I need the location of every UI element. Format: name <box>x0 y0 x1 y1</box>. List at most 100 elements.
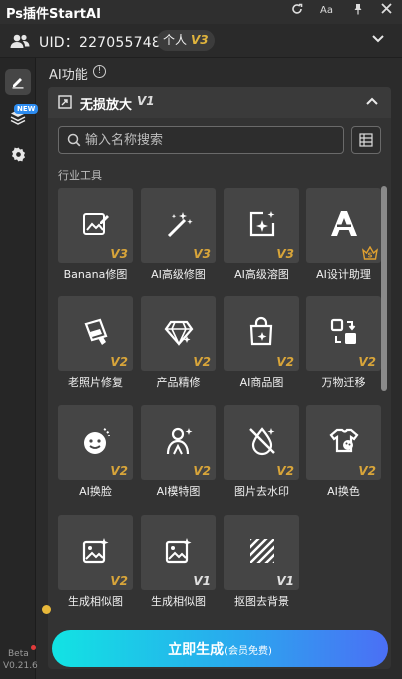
similar-image-icon <box>82 538 109 564</box>
tool-tile: V2 <box>58 405 133 480</box>
gear-icon <box>11 146 25 162</box>
status-dot <box>42 605 51 614</box>
plan-name: 个人 <box>163 33 188 47</box>
tool-tile: V2 <box>306 405 381 480</box>
plan-version: V3 <box>191 33 209 47</box>
tool-label: 万物迁移 <box>321 376 366 389</box>
sidebar-item-settings[interactable] <box>5 141 31 167</box>
sidebar-item-edit[interactable] <box>5 69 31 95</box>
tool-label: AI商品图 <box>239 376 284 389</box>
tool-label: AI模特图 <box>156 485 201 498</box>
version-label: V0.21.6 <box>3 661 38 671</box>
close-icon[interactable] <box>381 3 392 17</box>
recolor-icon <box>329 428 359 453</box>
sparkle-frame-icon <box>249 211 275 237</box>
remove-bg-icon <box>250 539 274 563</box>
search-icon <box>67 133 81 147</box>
tool-tile: V2 <box>141 405 216 480</box>
tool-tile: V1 <box>141 515 216 590</box>
list-view-icon <box>359 133 373 147</box>
font-size-icon[interactable]: Aa <box>320 5 333 16</box>
version-tag: V3 <box>110 247 128 261</box>
tool-tile: S <box>306 188 381 263</box>
app-title: Ps插件StartAI <box>6 7 101 22</box>
tool-tile: V2 <box>224 296 299 371</box>
tool-tile: V2 <box>58 515 133 590</box>
version-tag: V3 <box>193 247 211 261</box>
version-tag: V1 <box>276 574 294 588</box>
chevron-up-icon[interactable] <box>366 94 378 110</box>
version-tag: V2 <box>110 574 128 588</box>
face-swap-icon <box>84 428 110 454</box>
tool-tile: V2 <box>141 296 216 371</box>
tool-tile: V1 <box>224 515 299 590</box>
tool-tag-text: S <box>367 252 372 260</box>
tool-label: 抠图去背景 <box>234 595 289 608</box>
version-tag: V2 <box>110 464 128 478</box>
title-bar: Ps插件StartAI Aa <box>0 0 402 24</box>
ai-assistant-icon <box>331 211 357 236</box>
tool-label: AI设计助理 <box>316 268 371 281</box>
section-title: AI功能 <box>49 68 88 83</box>
shopping-bag-icon <box>249 316 273 346</box>
version-tag: V2 <box>276 355 294 369</box>
panel-version: V1 <box>137 94 155 108</box>
image-edit-icon <box>83 213 109 235</box>
plan-badge: 个人 V3 <box>157 30 215 51</box>
tool-label: AI高级溶图 <box>234 268 289 281</box>
tool-label: Banana修图 <box>63 268 128 281</box>
version-tag: V3 <box>276 247 294 261</box>
transfer-icon <box>330 318 356 344</box>
magic-wand-icon <box>167 212 193 238</box>
tool-label: AI高级修图 <box>151 268 206 281</box>
photo-repair-icon <box>84 318 108 345</box>
account-bar: UID：2270557484 个人 V3 <box>0 24 402 58</box>
generate-button[interactable]: 立即生成(会员免费) <box>52 630 388 667</box>
tool-tile: V3 <box>58 188 133 263</box>
crown-icon: S <box>362 246 378 260</box>
scrollbar[interactable] <box>381 186 387 391</box>
generate-label: 立即生成 <box>168 642 225 658</box>
version-tag: V2 <box>110 355 128 369</box>
pin-icon[interactable] <box>352 3 364 18</box>
uid-text: UID：2270557484 <box>39 35 171 51</box>
tool-label: AI换色 <box>327 485 360 498</box>
panel-header[interactable]: 无损放大 V1 <box>48 87 391 118</box>
tool-label: 生成相似图 <box>68 595 123 608</box>
similar-image-icon <box>165 538 192 564</box>
version-tag: V2 <box>358 355 376 369</box>
gem-icon <box>164 320 194 346</box>
version-tag: V2 <box>193 464 211 478</box>
model-icon <box>166 427 193 455</box>
tool-tile: V3 <box>224 188 299 263</box>
no-watermark-icon <box>249 427 275 456</box>
users-icon <box>10 34 30 48</box>
tool-label: AI换脸 <box>79 485 112 498</box>
version-tag: V2 <box>276 464 294 478</box>
tool-tile: V2 <box>58 296 133 371</box>
tool-label: 老照片修复 <box>68 376 123 389</box>
list-view-button[interactable] <box>351 126 381 154</box>
version-tag: V2 <box>193 355 211 369</box>
search-box <box>58 126 344 154</box>
new-badge: NEW <box>14 104 39 114</box>
refresh-icon[interactable] <box>291 3 303 18</box>
tool-label: 产品精修 <box>156 376 201 389</box>
search-input[interactable] <box>85 130 335 150</box>
info-icon[interactable]: ! <box>93 65 106 78</box>
tool-label: 生成相似图 <box>151 595 206 608</box>
category-label: 行业工具 <box>58 169 102 182</box>
tool-panel: 无损放大 V1 行业工具 V3 Banana修图 V3 <box>48 87 391 669</box>
tool-label: 图片去水印 <box>234 485 289 498</box>
tool-tile: V2 <box>306 296 381 371</box>
sidebar: NEW Beta V0.21.6 <box>0 58 39 679</box>
account-chevron-down-icon[interactable] <box>372 32 384 48</box>
tool-tile: V2 <box>224 405 299 480</box>
version-tag: V2 <box>358 464 376 478</box>
panel-title: 无损放大 <box>80 98 133 113</box>
version-tag: V1 <box>193 574 211 588</box>
tool-tile: V3 <box>141 188 216 263</box>
generate-sub-label: (会员免费) <box>224 646 272 657</box>
upscale-icon <box>58 95 72 109</box>
main-content: AI功能 ! 无损放大 V1 行业工具 V3 Banana修图 <box>37 58 402 679</box>
